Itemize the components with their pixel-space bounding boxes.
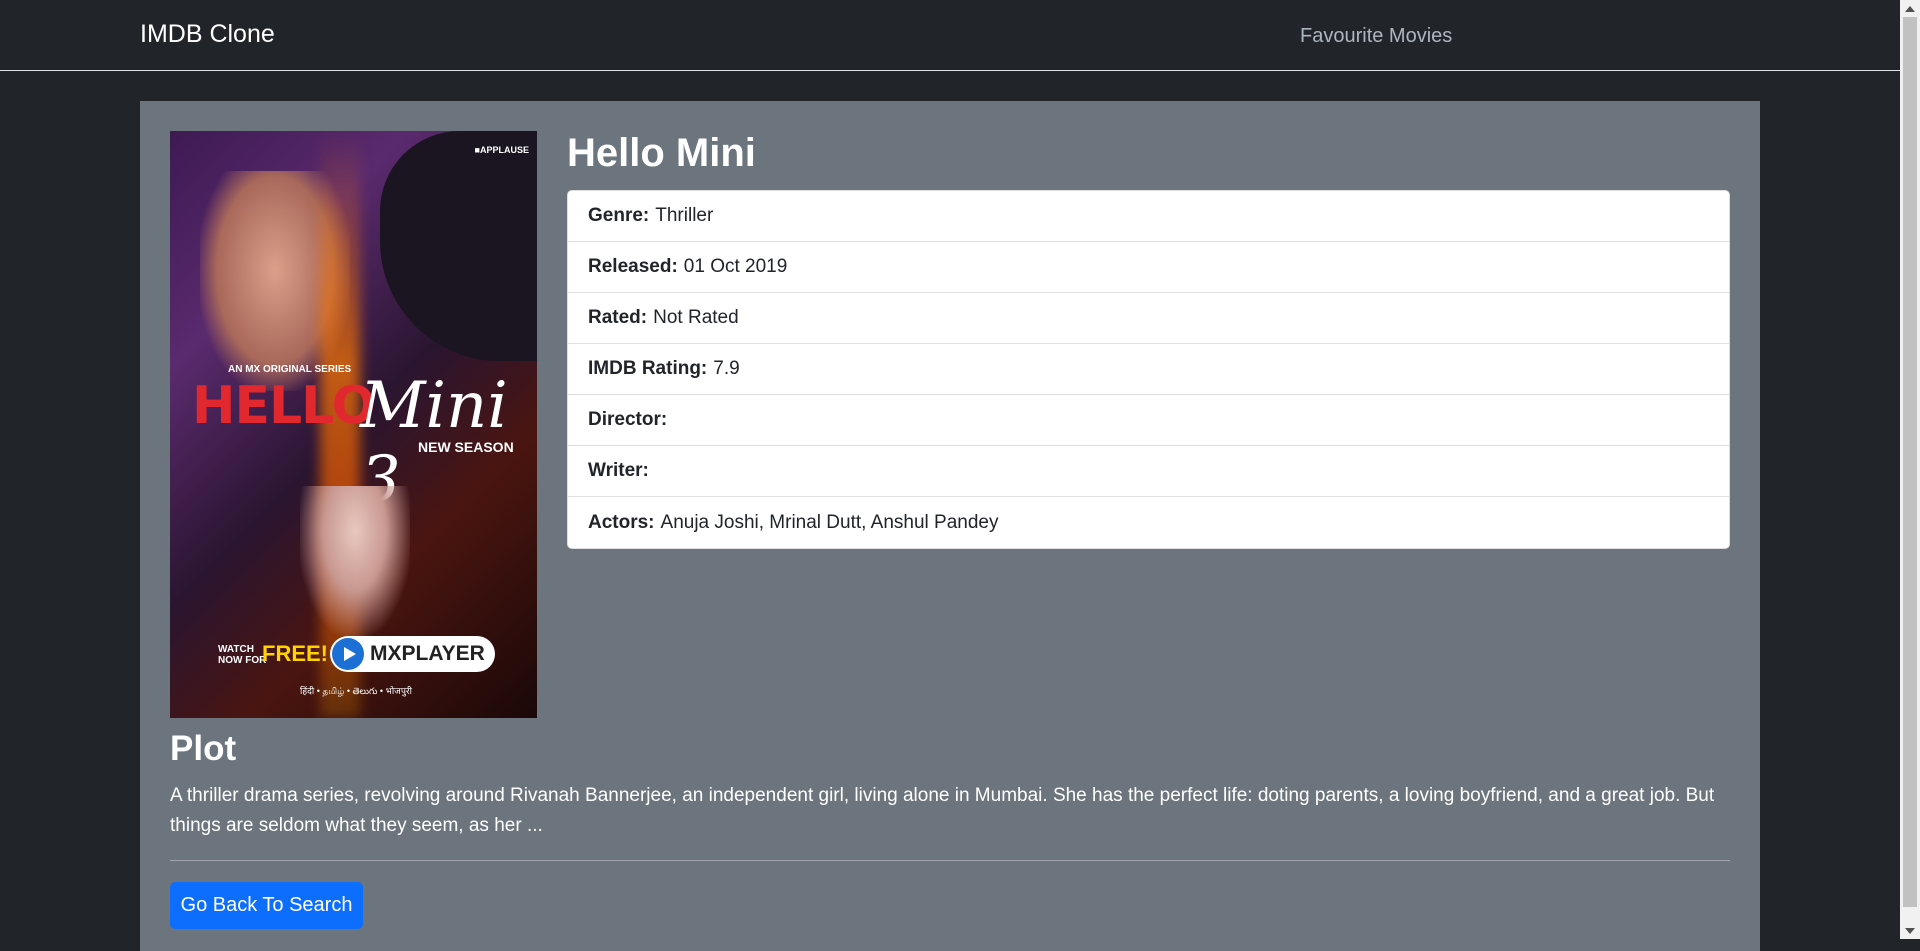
detail-value: Anuja Joshi, Mrinal Dutt, Anshul Pandey: [660, 511, 999, 533]
go-back-to-search-button[interactable]: Go Back To Search: [170, 882, 363, 929]
detail-label: Released:: [588, 256, 678, 277]
scroll-up-arrow-icon[interactable]: [1900, 0, 1920, 17]
favourite-movies-link[interactable]: Favourite Movies: [1300, 25, 1452, 48]
detail-row-rated: Rated: Not Rated: [568, 293, 1729, 344]
detail-row-imdb-rating: IMDB Rating: 7.9: [568, 344, 1729, 395]
poster-platform: MXPLAYER: [370, 642, 485, 665]
poster-free: FREE!: [262, 641, 328, 666]
detail-value: Not Rated: [653, 307, 739, 328]
detail-label: Rated:: [588, 307, 648, 328]
poster-figure-art: [300, 486, 410, 636]
poster-watch-line1: WATCH: [218, 644, 254, 655]
poster-title-hello: HELLO: [192, 376, 376, 436]
movie-title: Hello Mini: [567, 131, 756, 175]
divider: [170, 860, 1730, 861]
poster-watch-line2: NOW FOR: [218, 655, 267, 666]
movie-details-list: Genre: Thriller Released: 01 Oct 2019 Ra…: [567, 190, 1730, 549]
poster-subtitle: NEW SEASON: [418, 439, 514, 455]
plot-text: A thriller drama series, revolving aroun…: [170, 785, 1715, 836]
detail-label: IMDB Rating:: [588, 358, 708, 379]
navbar: IMDB Clone Favourite Movies: [0, 0, 1900, 71]
plot-heading: Plot: [170, 729, 237, 768]
detail-row-actors: Actors: Anuja Joshi, Mrinal Dutt, Anshul…: [568, 497, 1729, 548]
poster-hood-art: [380, 131, 537, 361]
poster-series-tag: AN MX ORIGINAL SERIES: [228, 364, 352, 375]
detail-row-released: Released: 01 Oct 2019: [568, 242, 1729, 293]
detail-label: Director:: [588, 409, 668, 430]
poster-mxplayer-badge: MXPLAYER: [330, 636, 495, 672]
detail-value: 7.9: [713, 358, 740, 379]
scrollbar-thumb[interactable]: [1903, 17, 1917, 907]
detail-row-director: Director:: [568, 395, 1729, 446]
detail-label: Actors:: [588, 511, 655, 533]
poster-publisher: ■APPLAUSE: [474, 145, 529, 155]
poster-languages: हिंदी • தமிழ் • తెలుగు • भोजपुरी: [300, 686, 412, 696]
detail-label: Genre:: [588, 205, 650, 226]
movie-detail-card: ■APPLAUSE AN MX ORIGINAL SERIES HELLO Mi…: [140, 101, 1760, 951]
poster-watch-now: WATCH NOW FOR: [218, 644, 266, 666]
detail-value: Thriller: [655, 205, 714, 226]
movie-poster: ■APPLAUSE AN MX ORIGINAL SERIES HELLO Mi…: [170, 131, 537, 718]
page-scrollbar[interactable]: [1900, 0, 1920, 939]
detail-label: Writer:: [588, 460, 649, 481]
detail-row-genre: Genre: Thriller: [568, 191, 1729, 242]
scroll-down-arrow-icon[interactable]: [1900, 922, 1920, 939]
brand-link[interactable]: IMDB Clone: [140, 20, 275, 49]
detail-value: 01 Oct 2019: [683, 256, 788, 277]
play-icon: [332, 638, 364, 670]
detail-row-writer: Writer:: [568, 446, 1729, 497]
